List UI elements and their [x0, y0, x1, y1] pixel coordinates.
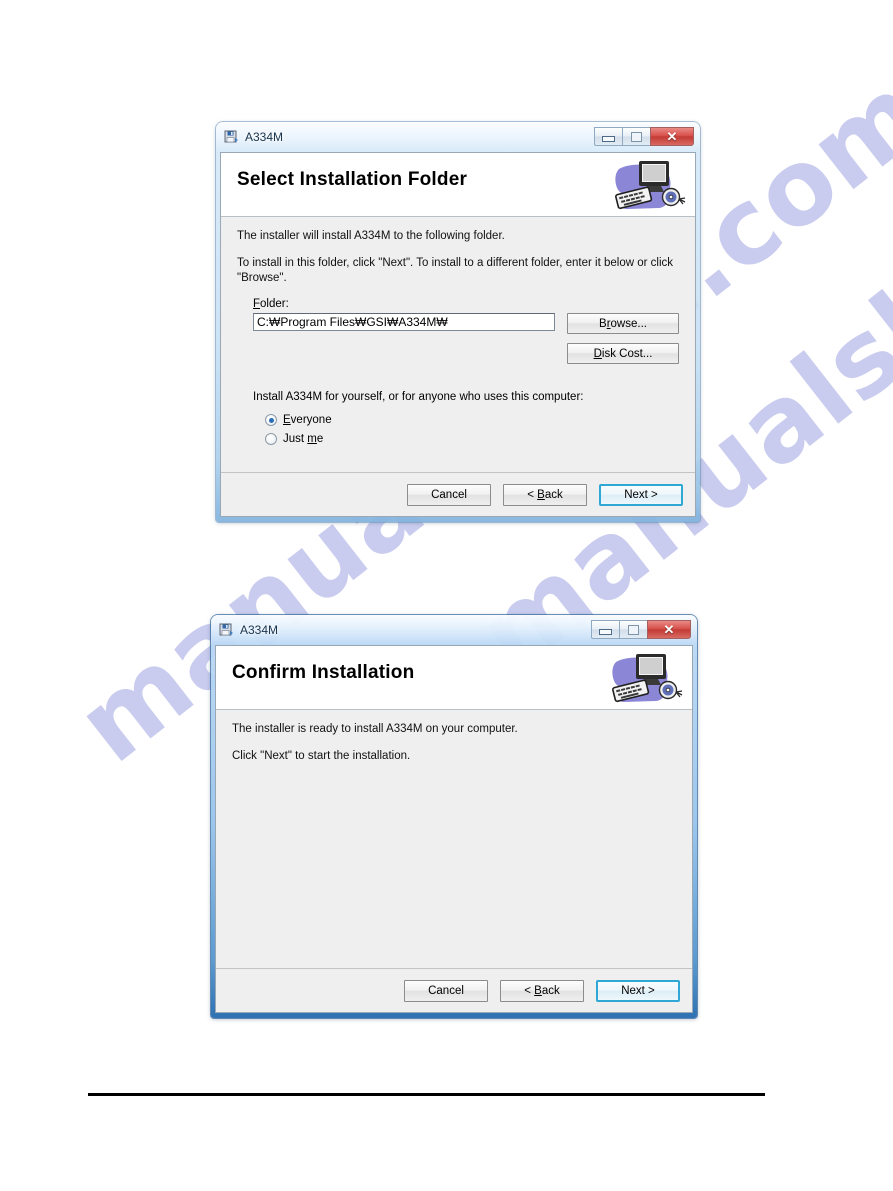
window-title: A334M — [245, 129, 284, 144]
installer-floppy-icon — [219, 622, 234, 637]
dialog-client-area: Confirm Installation The installer is re… — [215, 645, 693, 1013]
maximize-icon — [631, 131, 642, 142]
folder-path-input[interactable] — [253, 313, 555, 332]
disk-cost-accel: D — [593, 347, 602, 360]
next-button[interactable]: Next > — [596, 979, 680, 1002]
disk-cost-label-rest: isk Cost... — [601, 347, 653, 360]
back-label-post: ack — [541, 984, 560, 997]
body-paragraph-2: To install in this folder, click "Next".… — [237, 257, 673, 284]
window-title: A334M — [240, 622, 279, 637]
folder-label-accel: F — [253, 298, 261, 311]
folder-row: Browse... Disk Cost... — [253, 313, 679, 365]
close-button[interactable]: ✕ — [650, 127, 694, 146]
maximize-button[interactable] — [619, 620, 647, 639]
radio-everyone-icon[interactable] — [265, 414, 277, 427]
maximize-icon — [628, 624, 639, 635]
cancel-button[interactable]: Cancel — [407, 483, 491, 506]
dialog-header: Confirm Installation — [216, 646, 692, 710]
dialog-footer: Cancel < Back Next > — [221, 472, 695, 516]
dialog-select-installation-folder: A334M ✕ Select Installation Folder The i… — [216, 122, 700, 522]
dialog-footer: Cancel < Back Next > — [216, 968, 692, 1012]
next-button[interactable]: Next > — [599, 483, 683, 506]
page-title: Confirm Installation — [232, 662, 415, 683]
dialog-client-area: Select Installation Folder The installer… — [220, 152, 696, 517]
computer-keyboard-cd-icon — [609, 155, 687, 217]
minimize-icon — [602, 136, 615, 142]
titlebar[interactable]: A334M ✕ — [215, 619, 693, 645]
titlebar-identity: A334M — [219, 622, 278, 637]
folder-field-label: Folder: — [253, 298, 679, 310]
body-paragraph-1: The installer will install A334M to the … — [237, 230, 505, 242]
back-button[interactable]: < Back — [500, 979, 584, 1002]
folder-side-buttons: Br owse... Disk Cost... — [567, 313, 679, 365]
radio-option-everyone[interactable]: Everyone — [265, 414, 679, 427]
body-paragraph-2: Click "Next" to start the installation. — [232, 750, 411, 763]
minimize-button[interactable] — [594, 127, 622, 146]
page-footer-rule — [88, 1093, 765, 1096]
dialog-confirm-installation: A334M ✕ Confirm Installation The install… — [211, 615, 697, 1018]
minimize-icon — [599, 629, 612, 635]
cancel-button[interactable]: Cancel — [404, 979, 488, 1002]
browse-label-pre: B — [599, 317, 607, 330]
back-accel: B — [534, 984, 542, 997]
installer-floppy-icon — [224, 129, 239, 144]
minimize-button[interactable] — [591, 620, 619, 639]
back-label-post: ack — [544, 488, 563, 501]
body-paragraph-1: The installer is ready to install A334M … — [232, 723, 518, 735]
back-accel: B — [537, 488, 545, 501]
titlebar-identity: A334M — [224, 129, 283, 144]
disk-cost-button[interactable]: Disk Cost... — [567, 343, 679, 365]
titlebar[interactable]: A334M ✕ — [220, 126, 696, 152]
browse-button[interactable]: Br owse... — [567, 313, 679, 335]
dialog-body: The installer is ready to install A334M … — [216, 710, 692, 968]
folder-label-rest: older: — [260, 298, 289, 311]
computer-keyboard-cd-icon — [606, 648, 684, 710]
window-controls: ✕ — [594, 127, 694, 147]
radio-everyone-label: Everyone — [283, 414, 332, 427]
dialog-header: Select Installation Folder — [221, 153, 695, 217]
radio-option-just-me[interactable]: Just me — [265, 433, 679, 446]
window-controls: ✕ — [591, 620, 691, 640]
back-label-pre: < — [524, 984, 535, 997]
radio-just-me-label: Just me — [283, 433, 324, 446]
browse-label-post: owse... — [610, 317, 647, 330]
page-title: Select Installation Folder — [237, 169, 468, 190]
dialog-body: The installer will install A334M to the … — [221, 217, 695, 472]
back-label-pre: < — [527, 488, 538, 501]
back-button[interactable]: < Back — [503, 483, 587, 506]
maximize-button[interactable] — [622, 127, 650, 146]
radio-just-me-icon[interactable] — [265, 433, 277, 446]
close-button[interactable]: ✕ — [647, 620, 691, 639]
install-scope-prompt: Install A334M for yourself, or for anyon… — [253, 391, 584, 404]
